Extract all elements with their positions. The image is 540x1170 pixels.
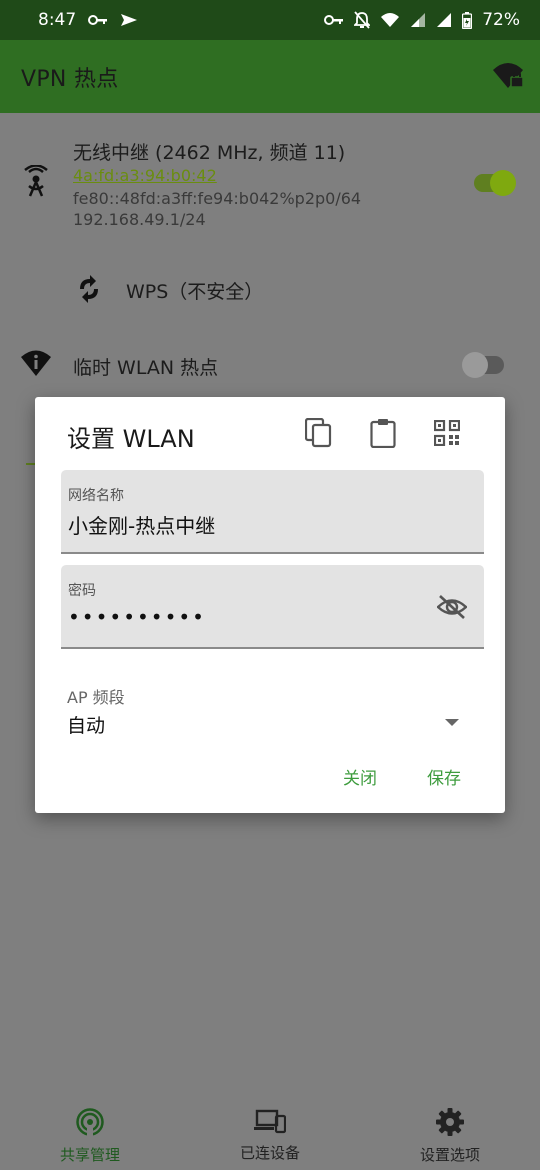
battery-percent: 72% <box>482 10 520 30</box>
nav-item-share[interactable]: 共享管理 <box>0 1094 180 1170</box>
switch-knob <box>462 352 488 378</box>
ssid-field[interactable]: 网络名称 小金刚-热点中继 <box>61 470 484 554</box>
app-bar: VPN 热点 <box>0 40 540 113</box>
wps-row[interactable]: WPS（不安全） <box>0 255 540 321</box>
close-button[interactable]: 关闭 <box>343 764 377 789</box>
wps-label: WPS（不安全） <box>126 281 264 303</box>
band-select[interactable]: 自动 <box>67 711 105 738</box>
ssid-label: 网络名称 <box>68 488 124 504</box>
repeater-title: 无线中继 (2462 MHz, 频道 11) <box>73 142 346 164</box>
temp-hotspot-switch[interactable] <box>462 352 504 378</box>
copy-icon[interactable] <box>303 417 335 449</box>
signal-icon <box>436 12 452 28</box>
hotspot-icon <box>76 1108 104 1140</box>
temp-hotspot-label: 临时 WLAN 热点 <box>73 357 219 379</box>
paper-plane-icon <box>120 12 138 28</box>
devices-icon <box>254 1108 287 1138</box>
visibility-off-icon[interactable] <box>436 594 468 624</box>
save-button[interactable]: 保存 <box>427 764 461 789</box>
wifi-lock-icon[interactable] <box>492 60 526 94</box>
wlan-settings-dialog: 设置 WLAN 网络名称 小金刚-热点中继 密码 •••••••••• AP 频… <box>35 397 505 813</box>
status-time: 8:47 <box>38 10 77 30</box>
repeater-mac[interactable]: 4a:fd:a3:94:b0:42 <box>73 166 217 185</box>
nav-item-settings[interactable]: 设置选项 <box>360 1094 540 1170</box>
password-field[interactable]: 密码 •••••••••• <box>61 565 484 649</box>
qr-code-icon[interactable] <box>431 417 463 449</box>
signal-x-icon <box>410 12 426 28</box>
app-title: VPN 热点 <box>21 66 119 92</box>
key-icon <box>88 14 108 26</box>
temp-hotspot-row[interactable]: 临时 WLAN 热点 <box>0 331 540 397</box>
password-input[interactable]: •••••••••• <box>68 605 206 629</box>
chevron-down-icon[interactable] <box>445 719 459 726</box>
repeater-ipv4: 192.168.49.1/24 <box>73 210 206 229</box>
band-label: AP 频段 <box>67 688 125 707</box>
nav-label-settings: 设置选项 <box>419 1146 480 1164</box>
wifi-info-icon <box>20 349 52 381</box>
switch-knob <box>490 170 516 196</box>
dialog-title: 设置 WLAN <box>67 425 195 453</box>
wifi-tower-icon <box>20 164 52 201</box>
clipboard-icon[interactable] <box>367 417 399 449</box>
battery-charging-icon <box>462 11 473 29</box>
bottom-navigation: 共享管理 已连设备 设置选项 <box>0 1094 540 1170</box>
nav-label-share: 共享管理 <box>59 1146 120 1164</box>
ssid-input[interactable]: 小金刚-热点中继 <box>68 510 215 539</box>
nav-item-devices[interactable]: 已连设备 <box>180 1094 360 1170</box>
repeater-switch[interactable] <box>474 170 516 196</box>
svg-text:x: x <box>393 21 398 28</box>
notifications-off-icon <box>354 11 371 29</box>
nav-label-devices: 已连设备 <box>239 1144 300 1162</box>
wps-icon <box>76 275 102 307</box>
repeater-ipv6: fe80::48fd:a3ff:fe94:b042%p2p0/64 <box>73 189 362 208</box>
wifi-x-icon: x <box>380 12 400 28</box>
password-label: 密码 <box>68 583 96 599</box>
repeater-row[interactable]: 无线中继 (2462 MHz, 频道 11) 4a:fd:a3:94:b0:42… <box>0 113 540 243</box>
gear-icon <box>436 1108 464 1140</box>
key-icon <box>324 14 344 26</box>
status-bar: 8:47 x 72% <box>0 0 540 40</box>
